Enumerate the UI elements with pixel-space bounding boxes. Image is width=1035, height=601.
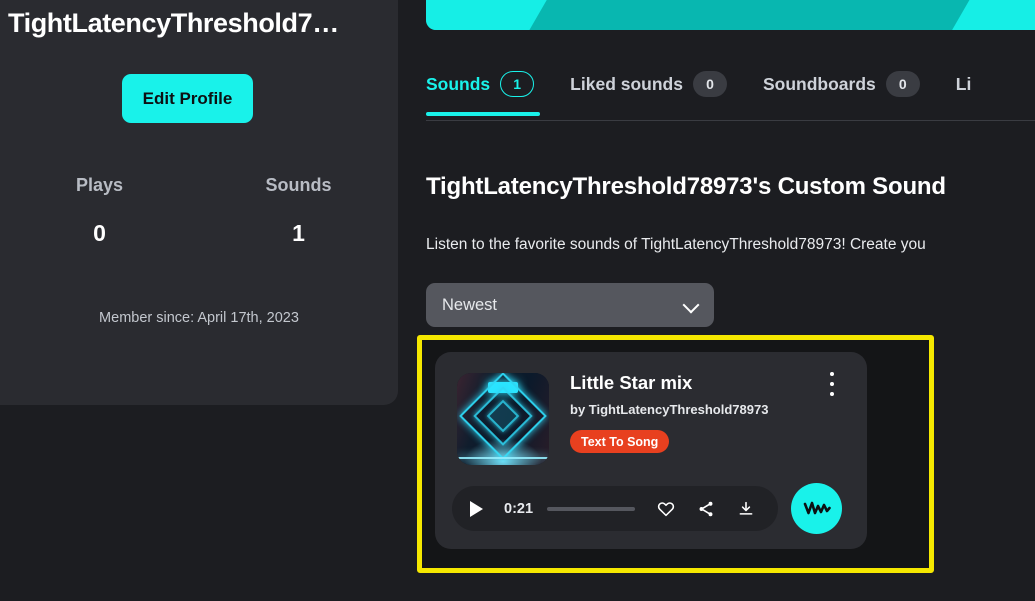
profile-stats: Plays 0 Sounds 1 [0,175,398,247]
stat-sounds-value: 1 [292,220,305,246]
tab-liked-sounds[interactable]: Liked sounds 0 [570,58,727,110]
profile-tabs: Sounds 1 Liked sounds 0 Soundboards 0 Li [426,58,1035,122]
stat-plays-value: 0 [93,220,106,246]
kebab-dot [830,392,834,396]
tab-soundboards[interactable]: Soundboards 0 [763,58,920,110]
chevron-down-icon [684,298,698,312]
thumbnail-floor-glow [457,457,549,459]
tab-active-underline [426,112,540,116]
audio-player-bar: 0:21 [452,486,778,531]
tabs-divider [426,120,1035,121]
tab-sounds[interactable]: Sounds 1 [426,58,540,116]
waveform-icon[interactable] [791,483,842,534]
tab-soundboards-label: Soundboards [762,73,876,94]
sort-dropdown-value: Newest [442,295,498,314]
tab-liked-sounds-count: 0 [692,71,727,97]
tab-liked-sounds-label: Liked sounds [570,73,683,94]
heart-icon[interactable] [657,500,675,518]
banner-shape-left [426,0,586,30]
tab-truncated-label: Li [955,73,972,94]
playback-time: 0:21 [504,500,534,517]
play-icon[interactable] [470,500,483,517]
kebab-dot [830,372,834,376]
profile-sidebar-panel: TightLatencyThreshold7… Edit Profile Pla… [0,0,398,405]
share-icon[interactable] [697,500,715,518]
profile-display-name: TightLatencyThreshold7… [8,8,339,38]
page-description: Listen to the favorite sounds of TightLa… [426,236,926,253]
sound-card[interactable]: Little Star mix by TightLatencyThreshold… [435,352,867,549]
profile-banner [426,0,1035,30]
member-since-text: Member since: April 17th, 2023 [99,310,299,326]
edit-profile-button[interactable]: Edit Profile [122,74,253,123]
tab-truncated[interactable]: Li [956,58,972,110]
sound-title: Little Star mix [570,372,693,393]
profile-page: TightLatencyThreshold7… Edit Profile Pla… [0,0,1035,601]
stat-plays-label: Plays [75,175,124,195]
tab-sounds-label: Sounds [426,73,491,94]
kebab-menu-icon[interactable] [821,369,843,399]
highlight-annotation-box: Little Star mix by TightLatencyThreshold… [417,335,934,573]
sound-author: by TightLatencyThreshold78973 [570,402,769,417]
kebab-dot [830,382,834,386]
tab-soundboards-count: 0 [885,71,920,97]
stat-plays: Plays 0 [0,175,199,247]
sort-dropdown[interactable]: Newest [426,283,714,327]
stat-sounds: Sounds 1 [199,175,398,247]
sound-tag-badge[interactable]: Text To Song [570,430,670,453]
download-icon[interactable] [737,500,755,518]
progress-bar[interactable] [547,506,636,511]
banner-shape-right [935,0,1035,30]
sound-thumbnail[interactable] [457,373,549,465]
tab-sounds-count: 1 [500,71,535,97]
stat-sounds-label: Sounds [265,175,332,195]
main-content: Sounds 1 Liked sounds 0 Soundboards 0 Li… [398,0,1035,601]
page-title: TightLatencyThreshold78973's Custom Soun… [426,173,946,200]
